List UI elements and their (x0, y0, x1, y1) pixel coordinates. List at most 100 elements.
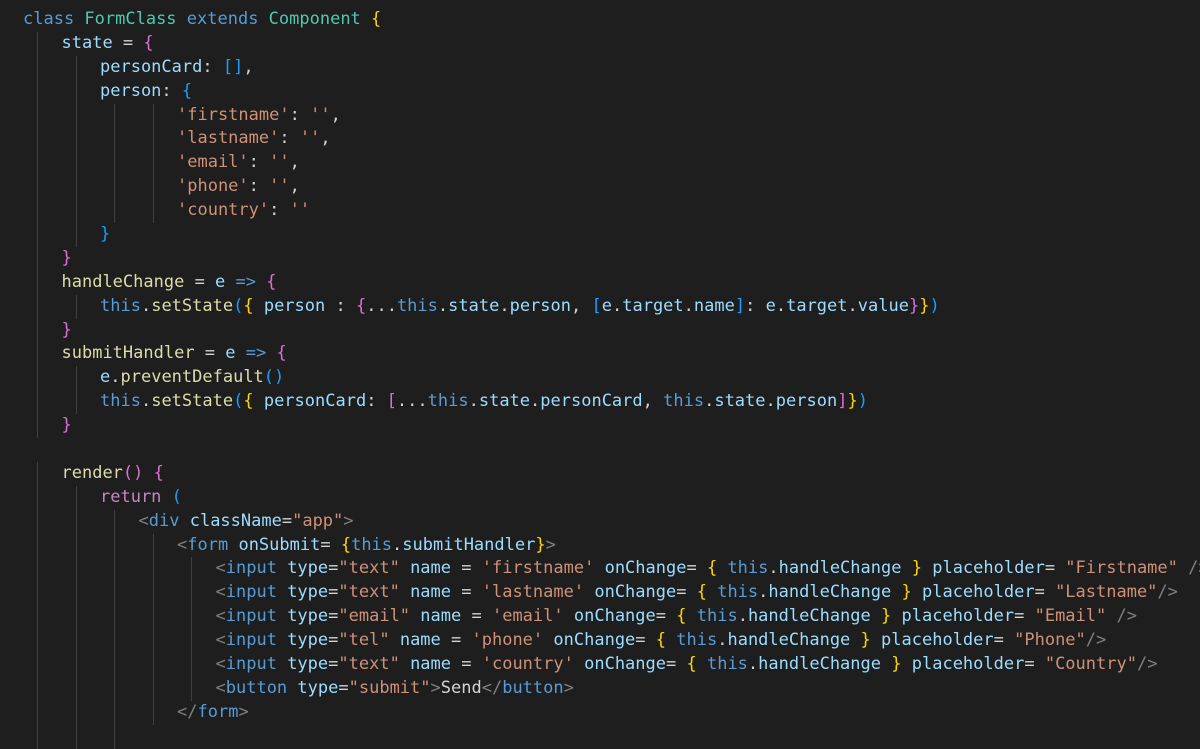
code-token: } (881, 606, 891, 626)
code-token: state (714, 391, 765, 411)
code-token: this (663, 391, 704, 411)
code-token (1106, 606, 1116, 626)
indent-guide (76, 175, 77, 199)
indent-guide (114, 151, 115, 175)
indent-guide (37, 175, 38, 199)
code-token (902, 654, 912, 674)
code-token: 'phone' (472, 630, 544, 650)
code-line-content: 'lastname': '', (177, 127, 331, 151)
code-token: { (356, 296, 366, 316)
code-token (871, 606, 881, 626)
code-token: "app" (292, 511, 343, 531)
code-line-content: <input type="text" name = 'country' onCh… (216, 653, 1158, 677)
indent-guide (191, 677, 192, 701)
code-token: submitHandler (402, 535, 535, 555)
code-line-content: <form onSubmit= {this.submitHandler}> (177, 534, 556, 558)
indent-guide (153, 629, 154, 653)
code-token: : (202, 57, 222, 77)
indent-guide (76, 127, 77, 151)
code-token: = (451, 558, 482, 578)
code-token: 'country' (482, 654, 574, 674)
code-token: > (546, 535, 556, 555)
indent-guide (114, 677, 115, 701)
code-token: { (707, 558, 717, 578)
indent-guide (114, 605, 115, 629)
indent-guide (153, 557, 154, 581)
code-token: . (717, 630, 727, 650)
indent-guide (153, 104, 154, 128)
code-token (277, 654, 287, 674)
code-token: } (62, 248, 72, 268)
code-token: { (276, 343, 286, 363)
code-token: "Phone" (1014, 630, 1086, 650)
code-token: < (216, 582, 226, 602)
code-token: } (909, 296, 919, 316)
code-token (543, 630, 553, 650)
code-token: type (287, 630, 328, 650)
code-token: /> (1117, 606, 1137, 626)
code-token: } (100, 224, 110, 244)
code-token: handleChange (758, 654, 881, 674)
code-token: > (431, 678, 441, 698)
indent-guide (76, 725, 77, 749)
code-line-content: } (62, 414, 72, 438)
indent-guide (191, 605, 192, 629)
indent-guide (191, 653, 192, 677)
indent-guide (37, 151, 38, 175)
code-token: this (707, 582, 758, 602)
code-line-content: personCard: [], (100, 56, 254, 80)
code-token: { (697, 582, 707, 602)
indent-guide (76, 151, 77, 175)
code-token: = (320, 535, 340, 555)
code-token: } (912, 558, 922, 578)
indent-guide (76, 701, 77, 725)
code-line-content: } (100, 223, 110, 247)
code-token (891, 606, 901, 626)
indent-guide (114, 175, 115, 199)
code-token: [ (591, 296, 601, 316)
code-token (287, 678, 297, 698)
code-token: e (215, 272, 225, 292)
indent-guide (76, 56, 77, 80)
code-token: { (182, 81, 192, 101)
code-token: () (264, 367, 284, 387)
code-token: 'phone' (177, 176, 249, 196)
code-token: : (366, 391, 386, 411)
code-token (277, 606, 287, 626)
code-line-content: <button type="submit">Send</button> (216, 677, 574, 701)
indent-guide (153, 701, 154, 725)
code-token: name (694, 296, 735, 316)
code-token: ... (366, 296, 397, 316)
indent-guide (114, 557, 115, 581)
indent-guide (37, 510, 38, 534)
code-token: "Email" (1035, 606, 1107, 626)
code-token: = (113, 33, 144, 53)
code-token: => (236, 343, 277, 363)
indent-guide (153, 677, 154, 701)
indent-guide (114, 629, 115, 653)
indent-guide (37, 271, 38, 295)
code-line-content: <input type="email" name = 'email' onCha… (216, 605, 1137, 629)
indent-guide (37, 725, 38, 749)
code-token: div (149, 511, 180, 531)
indent-guide (37, 701, 38, 725)
code-token (584, 582, 594, 602)
code-editor[interactable]: class FormClass extends Component {state… (0, 0, 1200, 741)
code-token: form (197, 702, 238, 722)
code-token: onChange (594, 582, 676, 602)
code-token: = (461, 606, 492, 626)
code-token: { (686, 654, 696, 674)
code-token: onChange (584, 654, 666, 674)
code-token: name (420, 606, 461, 626)
code-token (179, 511, 189, 531)
code-token: preventDefault (121, 367, 264, 387)
code-token: ... (397, 391, 428, 411)
indent-guide (76, 295, 77, 319)
indent-guide (76, 605, 77, 629)
indent-guide (153, 653, 154, 677)
code-token: return (100, 487, 172, 507)
indent-guide (76, 366, 77, 390)
code-token (871, 630, 881, 650)
code-token: ] (735, 296, 745, 316)
code-token: < (216, 606, 226, 626)
